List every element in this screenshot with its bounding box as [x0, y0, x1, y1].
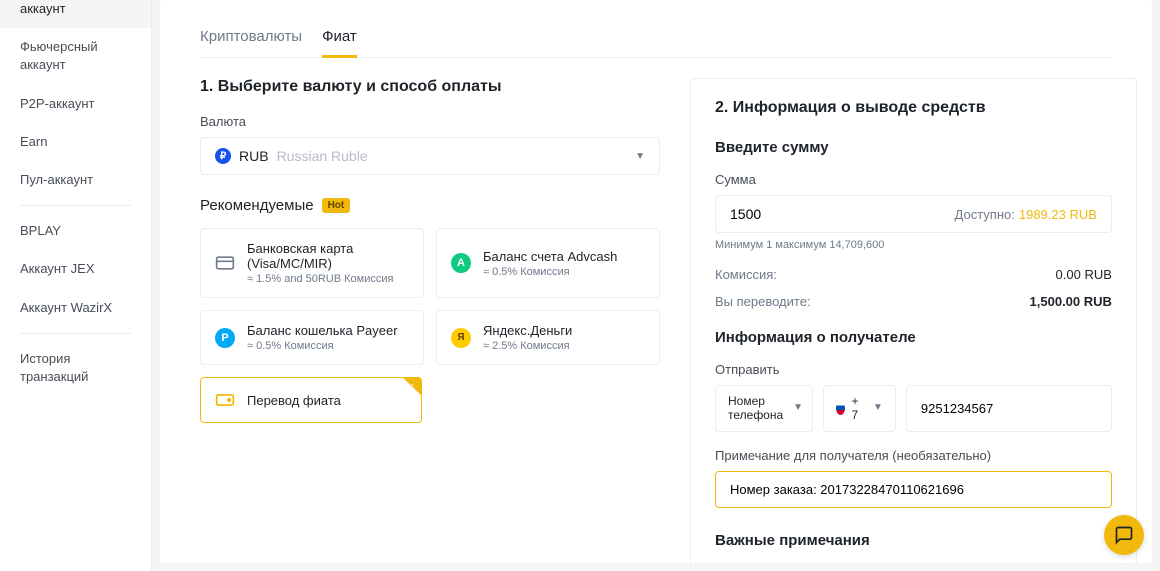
currency-method-panel: 1. Выберите валюту и способ оплаты Валют…	[200, 78, 660, 563]
flag-ru-icon	[836, 401, 845, 415]
payment-name: Банковская карта (Visa/MC/MIR)	[247, 241, 409, 271]
tabs: Криптовалюты Фиат	[200, 20, 1112, 58]
transfer-label: Вы переводите:	[715, 294, 811, 309]
country-code-select[interactable]: + 7 ▼	[823, 385, 896, 432]
available-label: Доступно:	[955, 207, 1015, 222]
fee-value: 0.00 RUB	[1056, 267, 1112, 282]
payment-name: Баланс счета Advcash	[483, 249, 617, 264]
payment-fee: ≈ 2.5% Комиссия	[483, 340, 572, 352]
tab-crypto[interactable]: Криптовалюты	[200, 20, 302, 57]
fee-label: Комиссия:	[715, 267, 777, 282]
payment-fee: ≈ 0.5% Комиссия	[247, 340, 398, 352]
currency-name: Russian Ruble	[277, 148, 368, 164]
chat-icon	[1114, 525, 1134, 545]
recommended-label: Рекомендуемые	[200, 197, 314, 214]
amount-input[interactable]	[730, 206, 955, 222]
wallet-icon	[215, 390, 235, 410]
currency-select[interactable]: ₽ RUB Russian Ruble ▼	[200, 137, 660, 175]
payment-card-advcash[interactable]: A Баланс счета Advcash ≈ 0.5% Комиссия	[436, 228, 660, 298]
payment-card-yandex[interactable]: Я Яндекс.Деньги ≈ 2.5% Комиссия	[436, 310, 660, 365]
hot-badge: Hot	[322, 198, 351, 213]
sidebar-item-futures[interactable]: Фьючерсный аккаунт	[0, 28, 151, 84]
notes-title: Важные примечания	[715, 532, 1112, 549]
note-label: Примечание для получателя (необязательно…	[715, 448, 1112, 463]
chevron-down-icon: ▼	[873, 402, 883, 414]
section-title-currency: 1. Выберите валюту и способ оплаты	[200, 78, 660, 96]
payment-card-fiat-transfer[interactable]: Перевод фиата	[200, 377, 422, 423]
chevron-down-icon: ▼	[635, 151, 645, 162]
sidebar-item-earn[interactable]: Earn	[0, 123, 151, 161]
enter-amount-title: Введите сумму	[715, 139, 1112, 156]
sidebar-item-bplay[interactable]: BPLAY	[0, 212, 151, 250]
sidebar-item-wazirx[interactable]: Аккаунт WazirX	[0, 289, 151, 327]
sidebar-item-history[interactable]: История транзакций	[0, 340, 151, 396]
payeer-icon: P	[215, 328, 235, 348]
chat-button[interactable]	[1104, 515, 1144, 555]
send-label: Отправить	[715, 362, 1112, 377]
sidebar-item-account-partial[interactable]: аккаунт	[0, 0, 151, 28]
currency-label: Валюта	[200, 114, 660, 129]
main-content: Криптовалюты Фиат 1. Выберите валюту и с…	[160, 0, 1152, 563]
yandex-icon: Я	[451, 328, 471, 348]
advcash-icon: A	[451, 253, 471, 273]
transfer-value: 1,500.00 RUB	[1030, 294, 1112, 309]
ruble-icon: ₽	[215, 148, 231, 164]
amount-label: Сумма	[715, 172, 1112, 187]
country-code-value: + 7	[851, 394, 863, 423]
note-input[interactable]	[715, 471, 1112, 508]
limits-hint: Минимум 1 максимум 14,709,600	[715, 239, 1112, 251]
sidebar: аккаунт Фьючерсный аккаунт P2P-аккаунт E…	[0, 0, 152, 571]
payment-name: Баланс кошелька Payeer	[247, 323, 398, 338]
section-title-withdraw: 2. Информация о выводе средств	[715, 99, 1112, 117]
tab-fiat[interactable]: Фиат	[322, 20, 357, 57]
payment-fee: ≈ 1.5% and 50RUB Комиссия	[247, 273, 409, 285]
withdraw-info-panel: 2. Информация о выводе средств Введите с…	[690, 78, 1137, 563]
currency-code: RUB	[239, 148, 269, 164]
recipient-type-value: Номер телефона	[728, 394, 783, 423]
sidebar-item-jex[interactable]: Аккаунт JEX	[0, 250, 151, 288]
divider	[20, 205, 131, 206]
card-icon	[215, 253, 235, 273]
payment-fee: ≈ 0.5% Комиссия	[483, 266, 617, 278]
sidebar-item-pool[interactable]: Пул-аккаунт	[0, 161, 151, 199]
chevron-down-icon: ▼	[793, 402, 803, 414]
payment-card-payeer[interactable]: P Баланс кошелька Payeer ≈ 0.5% Комиссия	[200, 310, 424, 365]
recipient-title: Информация о получателе	[715, 329, 1112, 346]
phone-input[interactable]	[906, 385, 1112, 432]
recipient-type-select[interactable]: Номер телефона ▼	[715, 385, 813, 432]
sidebar-item-p2p[interactable]: P2P-аккаунт	[0, 85, 151, 123]
payment-name: Перевод фиата	[247, 393, 341, 408]
available-value: 1989.23 RUB	[1019, 207, 1097, 222]
payment-card-bank[interactable]: Банковская карта (Visa/MC/MIR) ≈ 1.5% an…	[200, 228, 424, 298]
divider	[20, 333, 131, 334]
payment-name: Яндекс.Деньги	[483, 323, 572, 338]
